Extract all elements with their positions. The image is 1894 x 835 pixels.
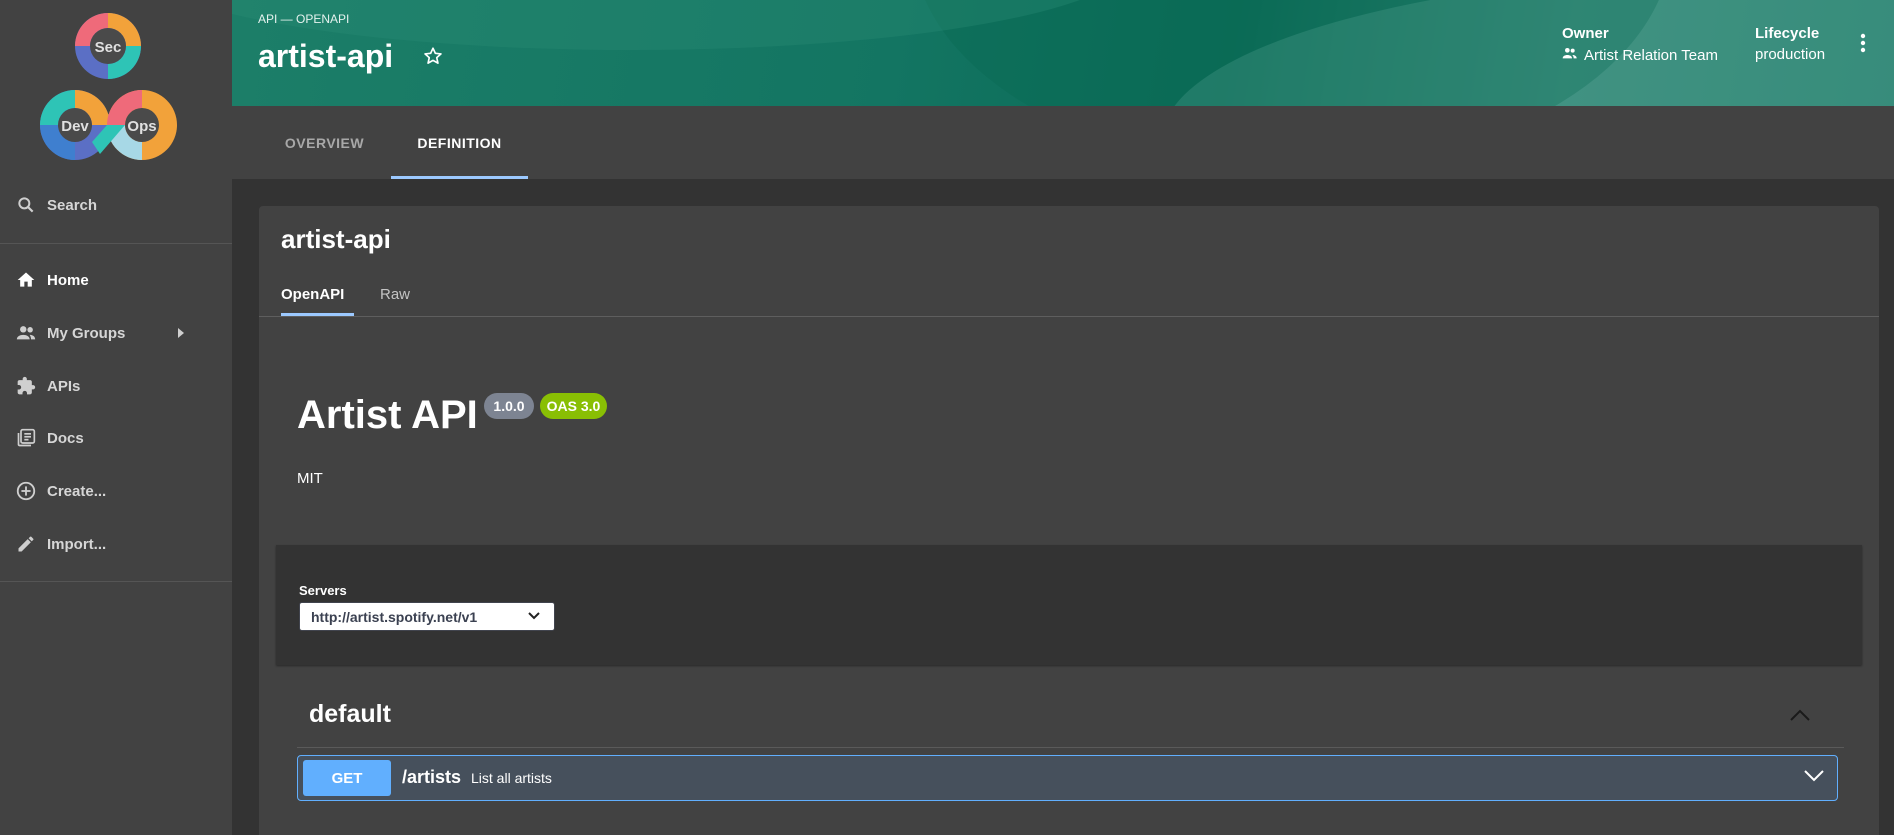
chevron-right-icon[interactable] bbox=[176, 326, 186, 344]
servers-label: Servers bbox=[299, 583, 347, 598]
chevron-down-icon bbox=[528, 612, 540, 620]
operation-path: /artists bbox=[402, 767, 462, 787]
lifecycle-value: production bbox=[1755, 46, 1826, 63]
sidebar-item-import[interactable]: Import... bbox=[0, 522, 232, 566]
entity-tabs: OVERVIEW DEFINITION bbox=[232, 106, 1894, 179]
sidebar-item-apis[interactable]: APIs bbox=[0, 364, 232, 408]
more-vert-icon[interactable] bbox=[1860, 32, 1866, 59]
logo-sec-text: Sec bbox=[95, 39, 122, 56]
puzzle-icon bbox=[15, 375, 37, 397]
page-header: API — OPENAPI artist-api Owner Artist Re… bbox=[232, 0, 1894, 106]
api-definition-card: artist-api OpenAPI Raw Artist API 1.0.0 … bbox=[259, 206, 1879, 835]
owner-name: Artist Relation Team bbox=[1584, 46, 1718, 64]
operation-summary: List all artists bbox=[471, 770, 552, 786]
lifecycle-label: Lifecycle bbox=[1755, 25, 1820, 42]
logo-dev-text: Dev bbox=[61, 118, 89, 135]
group-icon bbox=[15, 322, 37, 344]
library-icon bbox=[15, 427, 37, 449]
owner-value[interactable]: Artist Relation Team bbox=[1562, 46, 1718, 64]
add-circle-icon bbox=[15, 480, 37, 502]
star-icon[interactable] bbox=[422, 45, 444, 72]
sidebar-item-label: APIs bbox=[47, 377, 81, 395]
home-icon bbox=[15, 269, 37, 291]
oas-badge: OAS 3.0 bbox=[540, 393, 607, 419]
search-icon bbox=[15, 194, 37, 216]
logo-ops-text: Ops bbox=[127, 118, 156, 135]
tag-section-title[interactable]: default bbox=[309, 700, 391, 729]
sidebar-item-label: Import... bbox=[47, 535, 107, 553]
tab-indicator bbox=[391, 176, 528, 179]
sidebar-search[interactable]: Search bbox=[0, 183, 232, 227]
tab-overview[interactable]: OVERVIEW bbox=[258, 106, 391, 179]
chevron-down-icon[interactable] bbox=[1803, 769, 1825, 788]
operation-get-artists[interactable]: GET /artists List all artists bbox=[297, 755, 1838, 801]
sidebar-item-home[interactable]: Home bbox=[0, 258, 232, 302]
section-divider bbox=[297, 747, 1844, 748]
page-title: artist-api bbox=[258, 38, 394, 74]
group-icon bbox=[1562, 46, 1578, 64]
api-title: Artist API bbox=[297, 393, 478, 437]
servers-select[interactable]: http://artist.spotify.net/v1 bbox=[299, 602, 555, 631]
sidebar: Sec Dev Ops Search Home My Groups APIs D… bbox=[0, 0, 232, 835]
sidebar-item-label: Home bbox=[47, 271, 89, 289]
sidebar-item-label: Create... bbox=[47, 482, 107, 500]
http-method-badge: GET bbox=[303, 760, 391, 796]
sidebar-item-docs[interactable]: Docs bbox=[0, 416, 232, 460]
owner-label: Owner bbox=[1562, 25, 1609, 42]
sidebar-item-my-groups[interactable]: My Groups bbox=[0, 311, 232, 355]
card-divider bbox=[259, 316, 1879, 317]
card-title: artist-api bbox=[281, 224, 391, 254]
entity-kind: API — OPENAPI bbox=[258, 12, 350, 26]
sidebar-item-create[interactable]: Create... bbox=[0, 469, 232, 513]
sidebar-divider bbox=[0, 243, 232, 244]
subtab-raw[interactable]: Raw bbox=[380, 286, 410, 320]
servers-selected-value: http://artist.spotify.net/v1 bbox=[311, 608, 478, 625]
license-link[interactable]: MIT bbox=[297, 470, 323, 487]
chevron-up-icon[interactable] bbox=[1789, 708, 1811, 727]
devsecops-logo[interactable]: Sec Dev Ops bbox=[20, 4, 190, 174]
version-badge: 1.0.0 bbox=[484, 393, 534, 419]
sidebar-item-label: Docs bbox=[47, 429, 84, 447]
sidebar-item-label: My Groups bbox=[47, 324, 126, 342]
pencil-icon bbox=[15, 533, 37, 555]
servers-panel: Servers http://artist.spotify.net/v1 bbox=[276, 545, 1862, 665]
sidebar-search-label: Search bbox=[47, 196, 98, 214]
sidebar-divider bbox=[0, 581, 232, 582]
tab-definition[interactable]: DEFINITION bbox=[391, 106, 528, 179]
